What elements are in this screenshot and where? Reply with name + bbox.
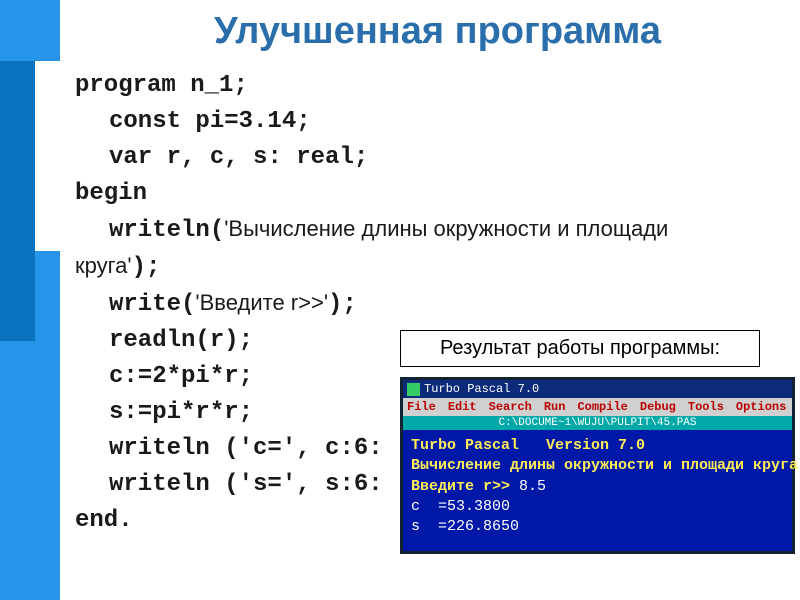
code-text: ); [328,291,357,318]
code-text: c:=2*pi*r; [109,363,253,390]
menu-options[interactable]: Options [736,400,786,414]
code-text: writeln( [109,217,224,244]
output-line: s =226.8650 [411,517,784,537]
decorative-block [0,61,35,341]
code-line: program n_1; [75,68,800,104]
code-text: write( [109,291,195,318]
code-text: pi=3.14; [181,108,311,135]
window-titlebar: Turbo Pascal 7.0 [403,380,792,398]
keyword: var [109,144,152,171]
user-input: 8.5 [510,478,546,495]
code-text: n_1; [176,72,248,99]
decorative-block [35,61,60,251]
output-line: Вычисление длины окружности и площади кр… [411,456,784,476]
code-line: writeln('Вычисление длины окружности и п… [75,212,800,249]
code-line: write('Введите r>>'); [75,286,800,323]
code-line: const pi=3.14; [75,104,800,140]
menu-file[interactable]: File [407,400,436,414]
keyword: program [75,72,176,99]
code-text: r, c, s: real; [152,144,368,171]
menu-debug[interactable]: Debug [640,400,676,414]
menu-run[interactable]: Run [544,400,566,414]
code-text: s:=pi*r*r; [109,399,253,426]
page-title: Улучшенная программа [75,10,800,53]
menu-compile[interactable]: Compile [577,400,627,414]
prompt-text: Введите r>> [411,478,510,495]
file-path: C:\DOCUME~1\WUJU\PULPIT\45.PAS [403,416,792,430]
code-text: ); [132,254,161,281]
terminal-output: Turbo Pascal Version 7.0 Вычисление длин… [403,430,792,551]
keyword: const [109,108,181,135]
code-text: writeln ('c=', c:6: [109,435,383,462]
code-text: readln(r); [109,327,253,354]
code-text: writeln ('s=', s:6: [109,471,383,498]
code-line: var r, c, s: real; [75,140,800,176]
app-icon [407,383,420,396]
output-line: Turbo Pascal Version 7.0 [411,436,784,456]
code-line: круга'); [75,249,800,286]
output-line: Введите r>> 8.5 [411,477,784,497]
output-line: c =53.3800 [411,497,784,517]
menu-search[interactable]: Search [489,400,532,414]
string-literal: 'Введите r>>' [195,290,328,315]
turbo-pascal-window: Turbo Pascal 7.0 File Edit Search Run Co… [400,377,795,554]
code-line: begin [75,176,800,212]
decorative-sidebar [0,0,60,600]
string-literal: круга' [75,253,132,278]
code-text: . [118,507,132,534]
keyword: begin [75,180,147,207]
window-title: Turbo Pascal 7.0 [424,382,539,396]
menu-edit[interactable]: Edit [448,400,477,414]
menubar: File Edit Search Run Compile Debug Tools… [403,398,792,416]
keyword: end [75,507,118,534]
string-literal: 'Вычисление длины окружности и площади [224,216,668,241]
result-caption: Результат работы программы: [400,330,760,367]
menu-tools[interactable]: Tools [688,400,724,414]
